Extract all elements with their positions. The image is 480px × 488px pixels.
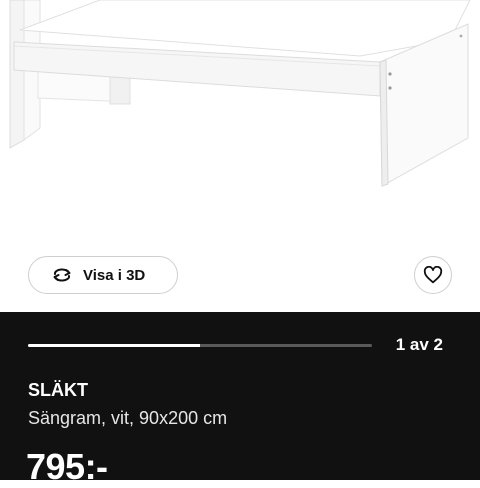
product-info-panel: 1 av 2 SLÄKT Sängram, vit, 90x200 cm 795… — [0, 312, 480, 487]
image-progress-fill — [28, 344, 200, 347]
heart-icon — [423, 266, 443, 284]
product-name: SLÄKT — [28, 380, 88, 400]
favorite-button[interactable] — [414, 256, 452, 294]
product-price: 795:- — [26, 446, 108, 487]
product-description: Sängram, vit, 90x200 cm — [28, 408, 228, 428]
image-progress-bar — [28, 344, 372, 347]
product-image-area: Visa i 3D — [0, 0, 480, 312]
rotate-3d-icon — [51, 267, 73, 283]
image-pager: 1 av 2 — [395, 335, 443, 354]
view-in-3d-button[interactable]: Visa i 3D — [28, 256, 178, 294]
view-in-3d-label: Visa i 3D — [83, 266, 146, 284]
